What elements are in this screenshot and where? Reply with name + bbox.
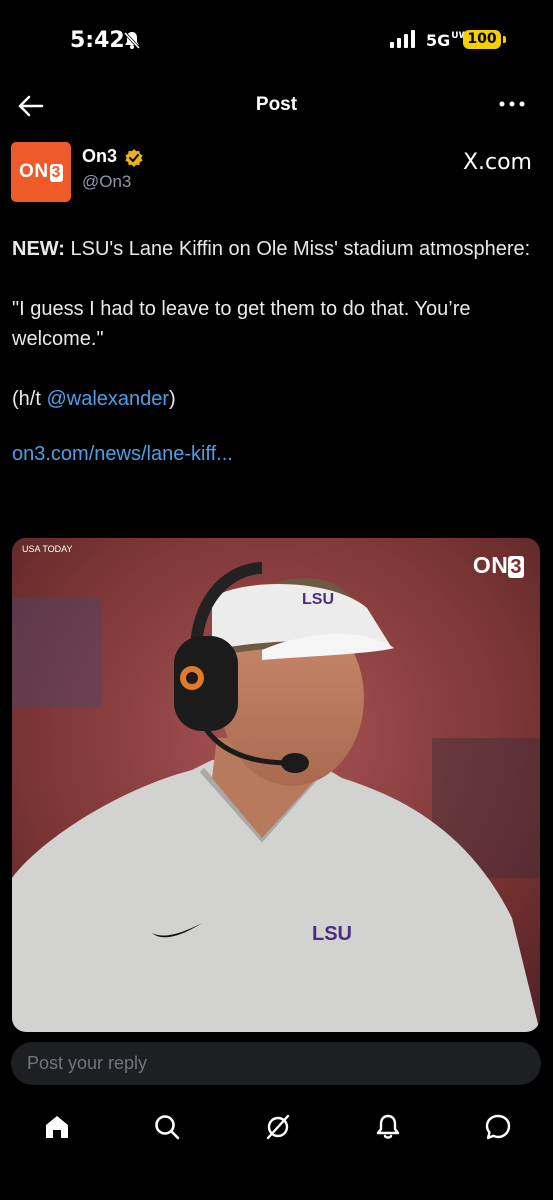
on3-watermark: ON 3 [472, 552, 524, 578]
silent-bell-icon [123, 31, 141, 50]
top-bar: Post [0, 80, 553, 130]
source-label: X.com [462, 150, 532, 175]
bottom-nav [0, 1100, 553, 1160]
verified-badge-icon [125, 149, 143, 167]
visor-logo: LSU [302, 591, 334, 608]
shirt-logo: LSU [312, 923, 352, 945]
battery-level: 100 [463, 30, 501, 49]
grok-icon[interactable] [263, 1112, 293, 1142]
avatar-logo-text: ON 3 [19, 161, 63, 182]
reply-input[interactable]: Post your reply [11, 1042, 541, 1085]
reply-placeholder: Post your reply [27, 1053, 148, 1073]
author-name[interactable]: On3 [82, 146, 117, 167]
mention-link[interactable]: @walexander [46, 388, 169, 410]
messages-icon[interactable] [483, 1112, 513, 1142]
post-quote: "I guess I had to leave to get them to d… [12, 298, 471, 350]
more-options-icon[interactable] [497, 94, 527, 114]
status-bar: 5:42 5GUW 100 [0, 0, 553, 80]
avatar[interactable]: ON 3 [11, 142, 71, 202]
signal-icon [390, 30, 415, 48]
search-icon[interactable] [152, 1112, 182, 1142]
author-handle[interactable]: @On3 [82, 172, 131, 192]
notifications-icon[interactable] [373, 1112, 403, 1142]
post-image[interactable]: LSU LSU USA TODAY ON 3 [12, 538, 540, 1032]
article-link[interactable]: on3.com/news/lane-kiff... [12, 439, 542, 469]
page-title: Post [255, 94, 298, 115]
post-line-1: NEW: LSU's Lane Kiffin on Ole Miss' stad… [12, 238, 531, 260]
post-hat-tip: (h/t @walexander) [12, 388, 176, 410]
battery-tip [503, 36, 506, 43]
status-time: 5:42 [70, 28, 125, 53]
post-text: NEW: LSU's Lane Kiffin on Ole Miss' stad… [12, 234, 542, 469]
photo-credit: USA TODAY [22, 544, 73, 554]
coach-photo: LSU LSU [12, 538, 540, 1032]
home-icon[interactable] [42, 1112, 72, 1142]
